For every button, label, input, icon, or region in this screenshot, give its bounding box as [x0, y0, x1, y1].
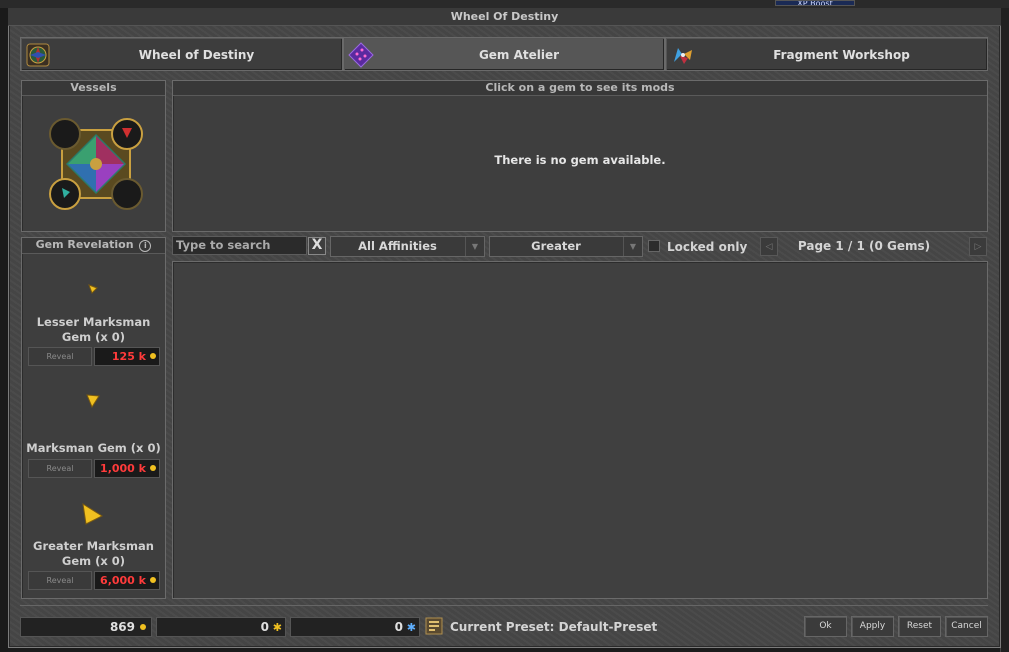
- affinity-dropdown[interactable]: All Affinities ▼: [330, 236, 485, 257]
- tab-wheel-of-destiny[interactable]: Wheel of Destiny: [20, 37, 343, 71]
- tab-label: Fragment Workshop: [773, 48, 910, 62]
- tab-gem-atelier[interactable]: Gem Atelier: [343, 37, 665, 71]
- gold-balance: 869: [20, 617, 152, 637]
- marksman-gem-icon: [86, 394, 100, 408]
- pagination-label: Page 1 / 1 (0 Gems): [797, 239, 931, 253]
- reveal-greater-button[interactable]: Reveal: [28, 571, 92, 590]
- ok-button[interactable]: Ok: [804, 616, 847, 637]
- greater-marksman-gem-icon: [82, 502, 104, 525]
- vessel-wheel-icon[interactable]: [48, 116, 144, 212]
- price-value: 6,000 k: [100, 574, 146, 587]
- greater-gem-name: Greater Marksman Gem (x 0): [33, 539, 154, 568]
- tab-label: Gem Atelier: [478, 48, 560, 62]
- background-game-strip: [0, 0, 1009, 8]
- price-value: 125 k: [111, 350, 146, 363]
- marksman-gem-price: 1,000 k: [94, 459, 160, 478]
- greater-fragments-value: 0: [394, 620, 403, 634]
- gold-value: 869: [109, 620, 135, 634]
- grade-selected: Greater: [531, 239, 581, 253]
- reveal-marksman-button[interactable]: Reveal: [28, 459, 92, 478]
- lesser-fragment-icon: ✱: [272, 621, 282, 634]
- footer-divider: [20, 605, 988, 606]
- lesser-fragments-value: 0: [260, 620, 269, 634]
- gem-dice-icon: [348, 42, 374, 68]
- lesser-fragments-balance: 0 ✱: [156, 617, 286, 637]
- game-background-left: [0, 8, 8, 652]
- affinity-selected: All Affinities: [358, 239, 437, 253]
- apply-button[interactable]: Apply: [851, 616, 894, 637]
- greater-fragment-icon: ✱: [406, 621, 416, 634]
- gem-list-area: [172, 261, 988, 599]
- gem-revelation-panel: Gem Revelation i Lesser Marksman Gem (x …: [21, 237, 166, 599]
- vessels-panel: Vessels: [21, 80, 166, 232]
- gem-mods-panel: Click on a gem to see its mods There is …: [172, 80, 988, 232]
- clear-search-button[interactable]: X: [308, 237, 326, 255]
- lesser-gem-name: Lesser Marksman Gem (x 0): [36, 315, 151, 344]
- preset-icon[interactable]: [425, 617, 443, 635]
- locked-only-label: Locked only: [667, 240, 748, 254]
- vessels-title: Vessels: [22, 81, 165, 96]
- info-icon[interactable]: i: [139, 240, 152, 252]
- window-title: Wheel Of Destiny: [8, 8, 1001, 26]
- mods-panel-title: Click on a gem to see its mods: [173, 81, 987, 96]
- search-input[interactable]: Type to search: [172, 236, 307, 255]
- chevron-down-icon: ▼: [465, 237, 484, 256]
- gold-coin-icon: [150, 353, 156, 359]
- fragment-icon: [674, 48, 692, 64]
- gem-revelation-header: Gem Revelation i: [22, 238, 165, 254]
- gold-coin-icon: [150, 465, 156, 471]
- grade-dropdown[interactable]: Greater ▼: [489, 236, 643, 257]
- lesser-gem-price: 125 k: [94, 347, 160, 366]
- gold-coin-icon: [140, 624, 146, 630]
- game-background-right: [1000, 8, 1009, 652]
- marksman-gem-name: Marksman Gem (x 0): [26, 441, 161, 455]
- next-page-button[interactable]: ▷: [969, 237, 987, 256]
- no-gem-message: There is no gem available.: [494, 153, 666, 167]
- gold-coin-icon: [150, 577, 156, 583]
- locked-only-checkbox[interactable]: [648, 240, 660, 252]
- tab-bar: Wheel of Destiny Gem Atelier Fragment Wo…: [20, 37, 988, 71]
- prev-page-button[interactable]: ◁: [760, 237, 778, 256]
- greater-fragments-balance: 0 ✱: [290, 617, 420, 637]
- wheel-icon: [26, 43, 50, 67]
- tab-label: Wheel of Destiny: [138, 48, 255, 62]
- chevron-down-icon: ▼: [623, 237, 642, 256]
- lesser-marksman-gem-icon: [88, 284, 98, 294]
- greater-gem-price: 6,000 k: [94, 571, 160, 590]
- gem-revelation-title: Gem Revelation: [35, 238, 134, 251]
- tab-fragment-workshop[interactable]: Fragment Workshop: [665, 37, 988, 71]
- current-preset-label: Current Preset: Default-Preset: [450, 620, 658, 634]
- cancel-button[interactable]: Cancel: [945, 616, 988, 637]
- reset-button[interactable]: Reset: [898, 616, 941, 637]
- reveal-lesser-button[interactable]: Reveal: [28, 347, 92, 366]
- price-value: 1,000 k: [100, 462, 146, 475]
- xp-boost-chip[interactable]: XP Boost: [775, 0, 855, 6]
